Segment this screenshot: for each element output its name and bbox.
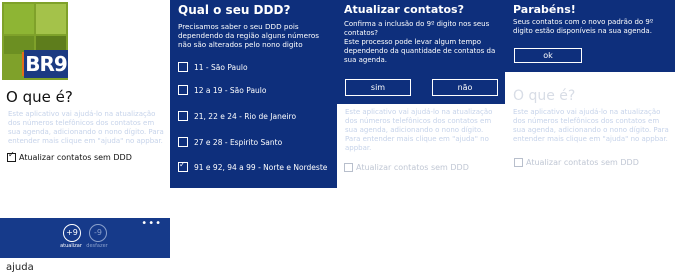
dialog-title: Atualizar contatos? [344,3,464,16]
ddd-option-label: 27 e 28 - Espirito Santo [194,137,283,147]
update-without-ddd-checkbox[interactable]: Atualizar contatos sem DDD [514,158,639,167]
page-heading: O que é? [513,88,576,104]
success-dialog: Parabéns! Seus contatos com o novo padrã… [505,0,675,72]
more-options-button[interactable]: ••• [141,218,162,229]
no-button[interactable]: não [432,79,498,96]
ddd-option-label: 11 - São Paulo [194,62,248,72]
ok-button[interactable]: ok [514,48,582,63]
ddd-option[interactable]: 21, 22 e 24 - Rio de Janeiro [178,110,337,122]
checkbox-label: Atualizar contatos sem DDD [356,163,469,172]
dialog-title: Parabéns! [513,3,576,16]
update-button[interactable]: +9 [63,224,81,242]
checkbox-checked-icon[interactable] [178,160,188,172]
ddd-option-label: 12 a 19 - São Paulo [194,85,267,95]
ddd-option[interactable]: 91 e 92, 94 a 99 - Norte e Nordeste [178,160,337,173]
screen-home: BR9 O que é? Este aplicativo vai ajudá-l… [0,0,170,275]
checkbox-icon[interactable] [514,158,523,167]
checkbox-icon[interactable] [344,163,353,172]
page-heading: O que é? [6,88,73,106]
undo-button[interactable]: -9 [89,224,107,242]
checkbox-label: Atualizar contatos sem DDD [526,158,639,167]
logo-tile [36,4,66,34]
logo-text: BR9 [24,50,68,78]
app-description: Este aplicativo vai ajudá-lo na atualiza… [8,110,164,145]
checkbox-icon[interactable] [178,62,188,72]
checkbox-icon[interactable] [178,137,188,147]
screen-ddd-select: Qual o seu DDD? Precisamos saber o seu D… [170,0,337,275]
dialog-description: Precisamos saber o seu DDD pois dependen… [178,22,320,49]
screen-success: Parabéns! Seus contatos com o novo padrã… [505,0,675,275]
update-without-ddd-checkbox[interactable]: Atualizar contatos sem DDD [7,150,132,162]
ddd-dialog: Qual o seu DDD? Precisamos saber o seu D… [170,0,337,188]
ddd-option[interactable]: 27 e 28 - Espirito Santo [178,136,337,148]
checkbox-icon[interactable] [178,111,188,121]
confirm-dialog: Atualizar contatos? Confirma a inclusão … [337,0,505,104]
app-logo: BR9 [2,2,68,80]
undo-button-label: desfazer [86,243,108,249]
screen-confirm: Atualizar contatos? Confirma a inclusão … [337,0,505,275]
ddd-option-label: 21, 22 e 24 - Rio de Janeiro [194,111,297,121]
checkbox-checked-icon[interactable] [7,150,16,162]
help-menu-item[interactable]: ajuda [6,262,34,273]
dialog-description: Seus contatos com o novo padrão do 9º di… [513,18,654,35]
dialog-description: Confirma a inclusão do 9º digito nos seu… [344,20,496,64]
checkbox-icon[interactable] [178,85,188,95]
ddd-option-label: 91 e 92, 94 a 99 - Norte e Nordeste [194,162,328,172]
dialog-title: Qual o seu DDD? [178,3,291,17]
checkbox-label: Atualizar contatos sem DDD [19,153,132,162]
app-description: Este aplicativo vai ajudá-lo na atualiza… [513,108,669,143]
yes-button[interactable]: sim [345,79,411,96]
update-without-ddd-checkbox[interactable]: Atualizar contatos sem DDD [344,163,469,172]
logo-tile [4,4,34,34]
ddd-option[interactable]: 11 - São Paulo [178,61,337,73]
app-description: Este aplicativo vai ajudá-lo na atualiza… [345,108,493,152]
app-bar: ••• +9 atualizar -9 desfazer [0,218,170,258]
ddd-option[interactable]: 12 a 19 - São Paulo [178,84,337,96]
